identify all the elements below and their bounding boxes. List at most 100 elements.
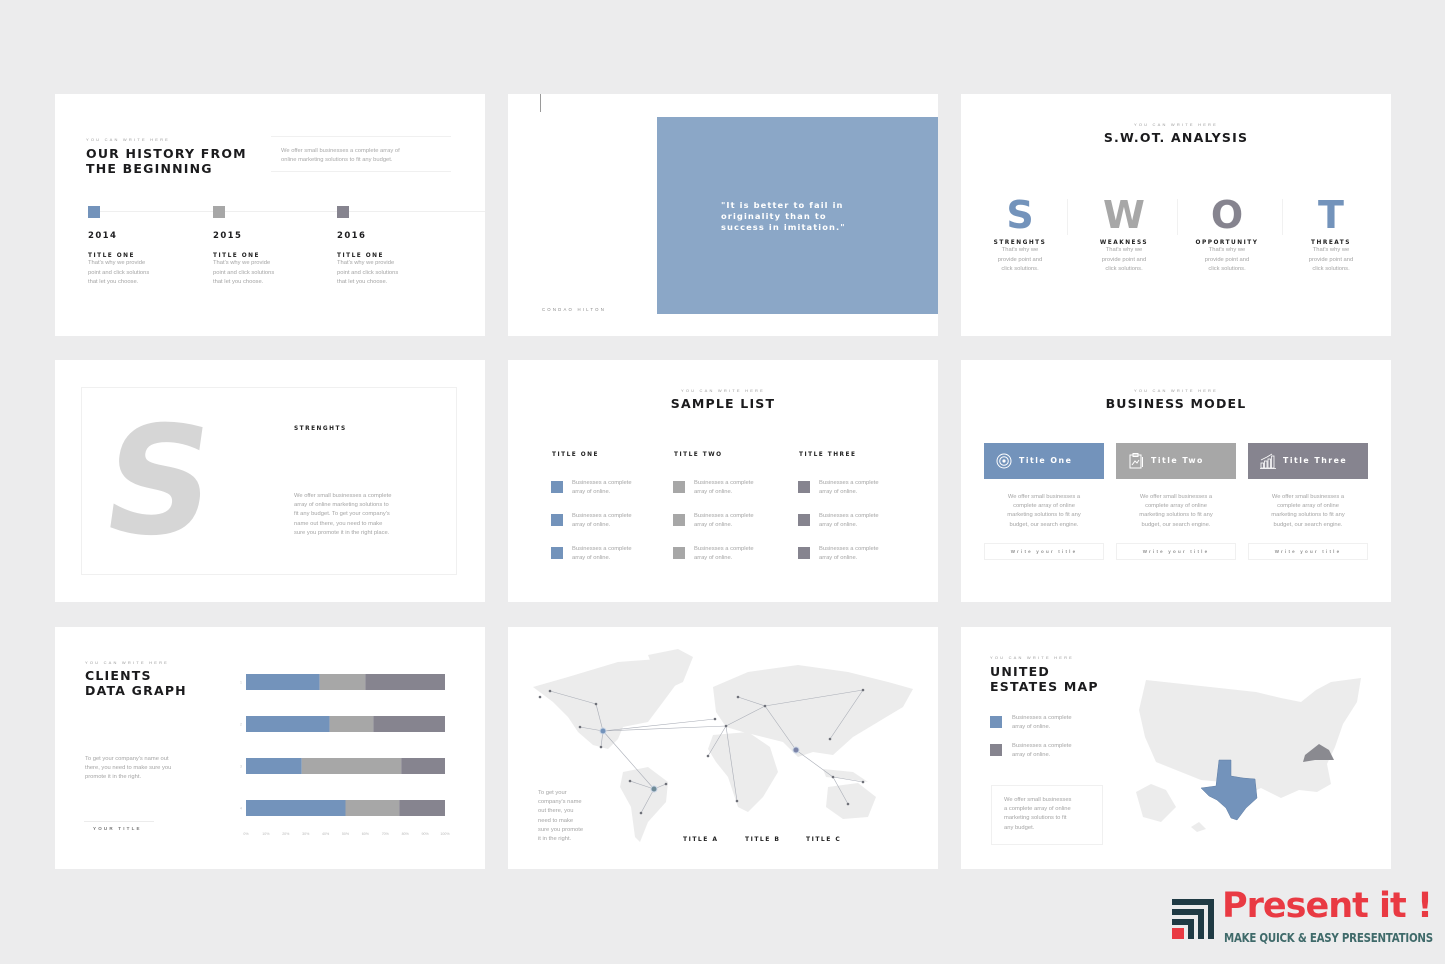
bar-segment — [401, 758, 445, 774]
map-point — [639, 811, 643, 815]
swot-item: S Strenghts That's why we provide point … — [975, 195, 1065, 275]
list-bullet — [673, 547, 685, 559]
card-text-line: We offer small businesses a — [1139, 494, 1213, 500]
list-item: Businesses a complete array of online. — [694, 479, 754, 497]
slide-swot[interactable]: You can write here S.W.OT. Analysis S St… — [961, 94, 1391, 336]
category-label: 4 — [240, 807, 242, 811]
slide-title: Business Model — [1105, 396, 1247, 411]
list-item-line: Businesses a complete — [819, 513, 879, 519]
slide-title: Clients Data Graph — [85, 668, 187, 698]
list-item: Businesses a complete array of online. — [819, 512, 879, 530]
paragraph-line: array of online marketing solutions to — [294, 502, 389, 509]
list-bullet — [673, 481, 685, 493]
quote-line: originality than to — [721, 211, 827, 221]
list-item: Businesses a complete array of online. — [572, 545, 632, 563]
map-point — [831, 775, 835, 779]
timeline-line — [93, 211, 485, 212]
map-point — [735, 799, 739, 803]
x-tick-label: 90% — [421, 832, 429, 836]
map-point — [594, 702, 598, 706]
hub-point — [792, 746, 800, 754]
your-title-link[interactable]: Your title — [93, 826, 142, 831]
slide-title: Our history from the beginning — [86, 146, 247, 176]
list-item-line: array of online. — [819, 489, 858, 495]
card-text-line: budget, our search engine. — [1009, 521, 1079, 528]
slide-world-map[interactable]: To get your company's name out there, yo… — [508, 627, 938, 869]
write-title-button[interactable]: Write your title — [1248, 543, 1368, 560]
intro-box: We offer small businesses a complete arr… — [271, 136, 451, 172]
list-item-line: array of online. — [572, 522, 611, 528]
item-text: point and click solutions — [88, 269, 150, 276]
swot-item: O Opportunity That's why we provide poin… — [1182, 195, 1272, 275]
card-text-line: complete array of online — [1277, 503, 1339, 510]
list-bullet — [551, 514, 563, 526]
list-item-line: Businesses a complete — [572, 546, 632, 552]
title-line-2: Estates Map — [990, 679, 1099, 694]
list-item-line: Businesses a complete — [694, 513, 754, 519]
body-paragraph: We offer small businesses a complete arr… — [294, 492, 391, 538]
alaska-shape — [1136, 784, 1176, 822]
swot-letter: O — [1210, 193, 1244, 237]
list-item-line: Businesses a complete — [694, 546, 754, 552]
slide-title: Sample List — [670, 396, 776, 411]
bar-segment — [246, 800, 346, 816]
swot-letter: T — [1318, 193, 1344, 237]
swot-text: That's why we — [1208, 247, 1246, 253]
us-map — [1136, 678, 1361, 832]
target-icon — [996, 453, 1012, 469]
brand-logo: Present it ! MAKE QUICK & EASY PRESENTAT… — [1172, 886, 1433, 954]
bar-segment — [246, 716, 330, 732]
card-text-line: budget, our search engine. — [1273, 521, 1343, 528]
slide-clients-graph[interactable]: You can write here Clients Data Graph To… — [55, 627, 485, 869]
list-item-line: Businesses a complete — [572, 480, 632, 486]
list-item: Businesses a complete array of online. — [819, 479, 879, 497]
year: 2015 — [213, 231, 243, 241]
slide-us-map[interactable]: You can write here United Estates Map Bu… — [961, 627, 1391, 869]
paragraph-line: We offer small businesses a complete — [294, 493, 392, 499]
swot-text: That's why we — [1312, 247, 1350, 253]
africa-shape — [708, 732, 778, 812]
description-line: promote it in the right. — [85, 774, 142, 781]
paragraph-line: fit any budget. To get your company's — [294, 511, 390, 518]
item-text: point and click solutions — [337, 269, 399, 276]
swot-text: provide point and — [1204, 256, 1250, 263]
map-point — [713, 717, 717, 721]
list-item-line: array of online. — [572, 555, 611, 561]
hawaii-shape — [1191, 822, 1206, 832]
card-text: We offer small businesses a complete arr… — [1116, 493, 1236, 530]
list-item-line: array of online. — [819, 555, 858, 561]
write-title-button[interactable]: Write your title — [1116, 543, 1236, 560]
card-text-line: budget, our search engine. — [1141, 521, 1211, 528]
map-point — [599, 745, 603, 749]
map-point — [828, 737, 832, 741]
list-item: Businesses a complete array of online. — [694, 512, 754, 530]
slide-business-model[interactable]: You can write here Business Model Title … — [961, 360, 1391, 602]
item-text: That's why we provide — [213, 260, 271, 266]
x-tick-label: 40% — [322, 832, 330, 836]
info-line: marketing solutions to fit — [1004, 815, 1067, 822]
slide-history[interactable]: You can write here Our history from the … — [55, 94, 485, 336]
item-text: That's why we provide — [88, 260, 146, 266]
swot-text: That's why we — [1001, 247, 1039, 253]
clipboard-icon — [1129, 453, 1143, 469]
x-tick-label: 50% — [342, 832, 350, 836]
bar-segment — [329, 716, 374, 732]
swot-letter: W — [1103, 193, 1145, 237]
bar-segment — [373, 716, 445, 732]
list-item-line: array of online. — [694, 522, 733, 528]
x-tick-label: 100% — [440, 832, 450, 836]
x-tick-label: 30% — [302, 832, 310, 836]
map-point — [548, 689, 552, 693]
slide-sample-list[interactable]: You can write here Sample List Title One… — [508, 360, 938, 602]
map-point — [736, 695, 740, 699]
indonesia-shape — [823, 769, 868, 782]
slide-quote[interactable]: "It is better to fail in originality tha… — [508, 94, 938, 336]
map-point — [763, 704, 767, 708]
x-tick-label: 80% — [402, 832, 410, 836]
slide-strengths[interactable]: S Strenghts We offer small businesses a … — [55, 360, 485, 602]
write-title-button[interactable]: Write your title — [984, 543, 1104, 560]
bar-segment — [246, 758, 302, 774]
swot-text: click solutions. — [1105, 266, 1143, 272]
map-point — [538, 695, 542, 699]
list-item: Businesses a complete array of online. — [572, 479, 632, 497]
